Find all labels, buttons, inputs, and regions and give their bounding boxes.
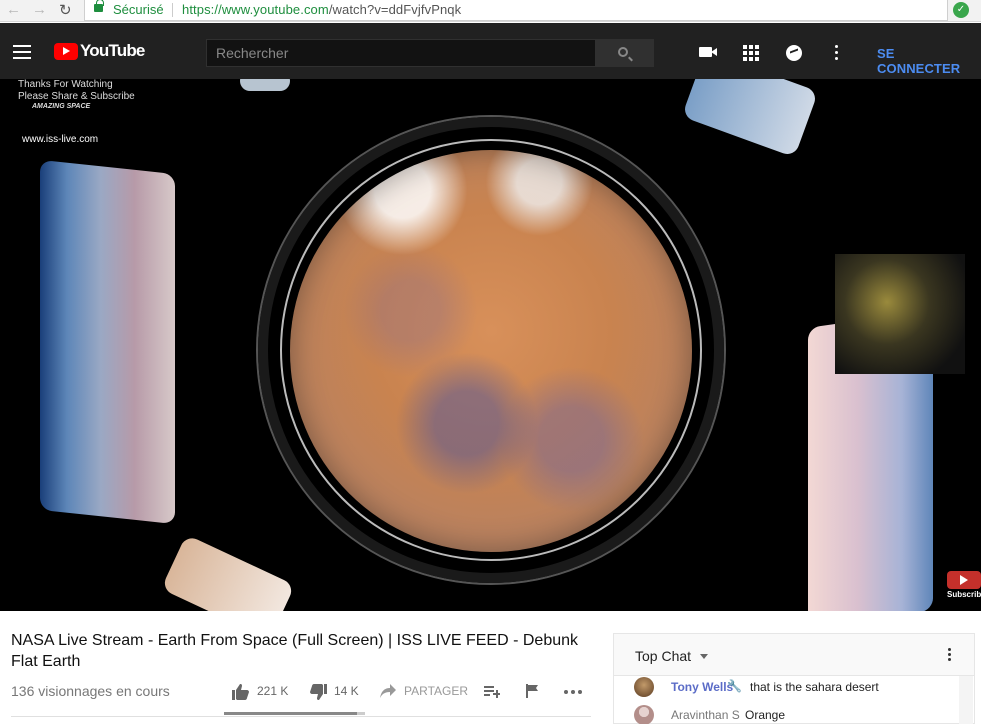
info-divider	[11, 716, 591, 717]
earth-view	[290, 150, 692, 552]
share-icon[interactable]	[380, 684, 396, 698]
like-icon[interactable]	[232, 684, 249, 700]
youtube-logo[interactable]: YouTube	[54, 41, 145, 61]
avatar[interactable]	[634, 705, 654, 724]
top-right-window-view	[681, 79, 819, 158]
url-host: https://www.youtube.com	[182, 2, 329, 17]
iss-module	[835, 254, 965, 374]
search-icon	[618, 47, 628, 57]
browser-toolbar: ← → ↻ Sécurisé https://www.youtube.com/w…	[0, 0, 981, 22]
youtube-play-icon	[54, 42, 78, 60]
menu-icon[interactable]	[13, 45, 31, 59]
create-video-icon[interactable]	[699, 47, 717, 57]
view-count: 136 visionnages en cours	[11, 683, 170, 699]
extension-icon[interactable]: ✓	[953, 2, 969, 18]
lock-icon	[94, 0, 104, 12]
overlay-site: www.iss-live.com	[22, 134, 99, 145]
signin-button[interactable]: SE CONNECTER	[877, 46, 981, 76]
address-bar[interactable]: Sécurisé https://www.youtube.com/watch?v…	[84, 0, 948, 21]
chat-more-icon[interactable]	[948, 648, 951, 663]
avatar[interactable]	[634, 677, 654, 697]
chat-text: that is the sahara desert	[750, 680, 879, 694]
chat-text: Orange	[745, 708, 786, 722]
video-title: NASA Live Stream - Earth From Space (Ful…	[11, 632, 579, 670]
more-actions-icon[interactable]	[564, 690, 582, 694]
logo-text: YouTube	[80, 41, 145, 60]
top-window-view	[240, 79, 290, 91]
chat-scrollbar[interactable]	[959, 676, 973, 724]
overlay-thanks: Thanks For Watching	[18, 79, 113, 90]
left-window-view	[40, 159, 175, 525]
chevron-down-icon[interactable]	[700, 654, 708, 659]
sentiment-bar	[224, 712, 365, 715]
secure-label: Sécurisé	[113, 2, 164, 17]
chat-author[interactable]: Tony Wells	[671, 680, 733, 694]
subscribe-label: Subscribe	[947, 590, 981, 599]
search-button[interactable]	[595, 39, 654, 67]
search-input[interactable]: Rechercher	[206, 39, 596, 67]
dislike-icon[interactable]	[310, 684, 327, 700]
more-options-icon[interactable]	[835, 45, 839, 63]
url-text[interactable]: https://www.youtube.com/watch?v=ddFvjfvP…	[182, 2, 461, 17]
report-flag-icon[interactable]	[526, 684, 539, 698]
chat-author[interactable]: Aravinthan S	[671, 708, 740, 722]
address-separator	[172, 3, 173, 17]
overlay-brand: AMAZING SPACE	[32, 103, 91, 110]
url-path: /watch?v=ddFvjfvPnqk	[328, 2, 462, 17]
forward-arrow-icon[interactable]: →	[32, 1, 47, 18]
wrench-icon: 🔧	[727, 679, 742, 693]
share-label[interactable]: PARTAGER	[404, 684, 468, 698]
live-chat-panel: Top Chat Tony Wells 🔧 that is the sahara…	[613, 633, 975, 724]
like-count[interactable]: 221 K	[257, 684, 288, 698]
chat-header: Top Chat	[614, 634, 974, 676]
subscribe-play-icon	[947, 571, 981, 589]
subscribe-watermark[interactable]: Subscribe	[947, 571, 981, 599]
add-to-playlist-icon[interactable]	[484, 684, 500, 698]
reload-icon[interactable]: ↻	[59, 1, 72, 19]
video-player[interactable]: Thanks For Watching Please Share & Subsc…	[0, 79, 981, 611]
dislike-count[interactable]: 14 K	[334, 684, 359, 698]
messages-icon[interactable]	[786, 45, 802, 61]
back-arrow-icon[interactable]: ←	[6, 1, 21, 18]
top-chat-selector[interactable]: Top Chat	[635, 648, 691, 664]
sentiment-bar-fill	[224, 712, 357, 715]
apps-icon[interactable]	[743, 45, 759, 61]
youtube-header: YouTube Rechercher SE CONNECTER	[0, 23, 981, 79]
bottom-window-view	[160, 534, 296, 611]
